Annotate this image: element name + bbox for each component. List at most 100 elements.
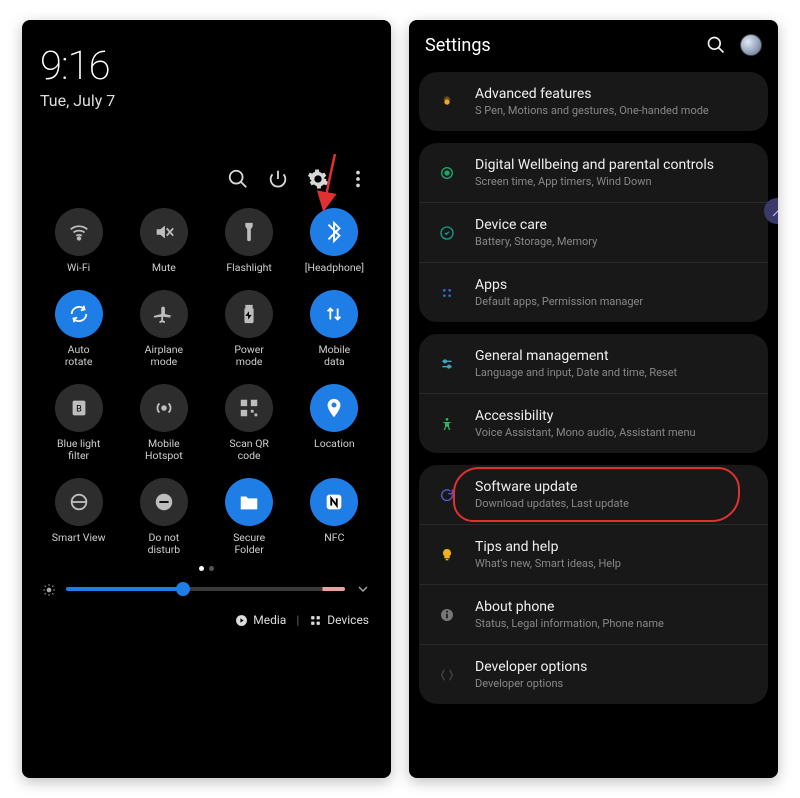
page-indicator [22, 556, 391, 577]
chevron-down-icon[interactable] [355, 581, 371, 597]
qs-tile-label: [Headphone] [305, 262, 364, 274]
settings-row-subtitle: Developer options [475, 677, 587, 690]
qs-tile-label: Wi-Fi [67, 262, 90, 274]
swupdate-icon [433, 481, 461, 509]
apps-icon [433, 279, 461, 307]
settings-row-tips[interactable]: Tips and helpWhat's new, Smart ideas, He… [419, 524, 768, 584]
power-icon[interactable] [267, 168, 289, 190]
settings-row-title: Device care [475, 217, 597, 233]
qs-tile-qr[interactable]: Scan QR code [209, 384, 290, 462]
search-icon[interactable] [227, 168, 249, 190]
settings-row-swupdate[interactable]: Software updateDownload updates, Last up… [419, 465, 768, 524]
devices-label: Devices [327, 613, 369, 627]
settings-row-advanced[interactable]: Advanced features S Pen, Motions and gest… [419, 72, 768, 131]
qs-tile-flashlight[interactable]: Flashlight [209, 208, 290, 274]
more-overflow-icon[interactable] [347, 168, 369, 190]
airplane-icon [140, 290, 188, 338]
qs-tile-label: Mobile Hotspot [145, 438, 183, 462]
qs-tile-label: Location [314, 438, 355, 450]
qs-tile-label: Flashlight [226, 262, 272, 274]
settings-row-title: Developer options [475, 659, 587, 675]
qs-tile-mute[interactable]: Mute [123, 208, 204, 274]
qs-tile-smartview[interactable]: Smart View [38, 478, 119, 556]
securefolder-icon [225, 478, 273, 526]
qs-tile-label: Auto rotate [65, 344, 93, 368]
mobile-data-icon [310, 290, 358, 338]
settings-row-title: General management [475, 348, 677, 364]
settings-card: Digital Wellbeing and parental controls S… [419, 143, 768, 322]
media-button[interactable]: Media [235, 613, 286, 627]
brightness-slider[interactable] [22, 577, 391, 603]
general-icon [433, 350, 461, 378]
settings-row-subtitle: Screen time, App timers, Wind Down [475, 175, 714, 188]
settings-row-title: About phone [475, 599, 664, 615]
qs-tile-location[interactable]: Location [294, 384, 375, 462]
settings-card: Software updateDownload updates, Last up… [419, 465, 768, 704]
wifi-icon [55, 208, 103, 256]
settings-row-title: Software update [475, 479, 629, 495]
clock-time: 9:16 [40, 42, 373, 89]
about-icon [433, 601, 461, 629]
settings-icon[interactable] [307, 168, 329, 190]
qs-tile-dnd[interactable]: Do not disturb [123, 478, 204, 556]
qs-tile-label: Smart View [52, 532, 106, 544]
clock-area: 9:16 Tue, July 7 [22, 20, 391, 110]
power-mode-icon [225, 290, 273, 338]
mute-icon [140, 208, 188, 256]
settings-card: Advanced features S Pen, Motions and gest… [419, 72, 768, 131]
qs-tile-airplane[interactable]: Airplane mode [123, 290, 204, 368]
settings-row-title: Apps [475, 277, 643, 293]
settings-row-subtitle: Language and input, Date and time, Reset [475, 366, 677, 379]
brightness-thumb[interactable] [176, 582, 190, 596]
qs-tile-label: Blue light filter [57, 438, 100, 462]
quick-settings-panel: 9:16 Tue, July 7 Wi-Fi Mute Flashlight [Hea… [22, 20, 391, 778]
media-label: Media [253, 613, 286, 627]
settings-row-about[interactable]: About phone Status, Legal information, Ph… [419, 584, 768, 644]
settings-row-dev[interactable]: Developer options Developer options [419, 644, 768, 704]
qs-tile-autorotate[interactable]: Auto rotate [38, 290, 119, 368]
qs-tile-mobile-data[interactable]: Mobile data [294, 290, 375, 368]
settings-row-title: Advanced features [475, 86, 709, 102]
settings-row-subtitle: What's new, Smart ideas, Help [475, 557, 621, 570]
a11y-icon [433, 410, 461, 438]
settings-row-subtitle: S Pen, Motions and gestures, One-handed … [475, 104, 709, 117]
svg-text:B: B [76, 405, 82, 415]
search-icon[interactable] [706, 35, 726, 55]
settings-row-apps[interactable]: AppsDefault apps, Permission manager [419, 262, 768, 322]
profile-avatar[interactable] [740, 34, 762, 56]
devicecare-icon [433, 219, 461, 247]
qs-tile-label: Power mode [234, 344, 264, 368]
qs-tile-bluetooth[interactable]: [Headphone] [294, 208, 375, 274]
brightness-icon [42, 582, 56, 596]
footer-separator: | [296, 613, 299, 627]
settings-row-general[interactable]: General management Language and input, Da… [419, 334, 768, 393]
qs-tile-label: Do not disturb [148, 532, 181, 556]
settings-row-devicecare[interactable]: Device careBattery, Storage, Memory [419, 202, 768, 262]
dnd-icon [140, 478, 188, 526]
bluetooth-icon [310, 208, 358, 256]
bluelight-icon: B [55, 384, 103, 432]
smartview-icon [55, 478, 103, 526]
settings-row-a11y[interactable]: AccessibilityVoice Assistant, Mono audio… [419, 393, 768, 453]
brightness-track[interactable] [66, 587, 345, 591]
settings-row-wellbeing[interactable]: Digital Wellbeing and parental controls S… [419, 143, 768, 202]
qs-tile-wifi[interactable]: Wi-Fi [38, 208, 119, 274]
qs-tile-label: Airplane mode [145, 344, 184, 368]
qs-tile-bluelight[interactable]: B Blue light filter [38, 384, 119, 462]
qs-tile-hotspot[interactable]: Mobile Hotspot [123, 384, 204, 462]
qr-icon [225, 384, 273, 432]
qs-tile-label: Mute [152, 262, 176, 274]
settings-row-title: Accessibility [475, 408, 696, 424]
qs-tile-power-mode[interactable]: Power mode [209, 290, 290, 368]
nfc-icon [310, 478, 358, 526]
settings-row-title: Digital Wellbeing and parental controls [475, 157, 714, 173]
dev-icon [433, 661, 461, 689]
qs-tile-nfc[interactable]: NFC [294, 478, 375, 556]
qs-tile-label: Mobile data [319, 344, 351, 368]
devices-button[interactable]: Devices [309, 613, 369, 627]
qs-tile-securefolder[interactable]: Secure Folder [209, 478, 290, 556]
location-icon [310, 384, 358, 432]
settings-card: General management Language and input, Da… [419, 334, 768, 453]
qs-tile-label: Scan QR code [229, 438, 269, 462]
settings-row-subtitle: Status, Legal information, Phone name [475, 617, 664, 630]
